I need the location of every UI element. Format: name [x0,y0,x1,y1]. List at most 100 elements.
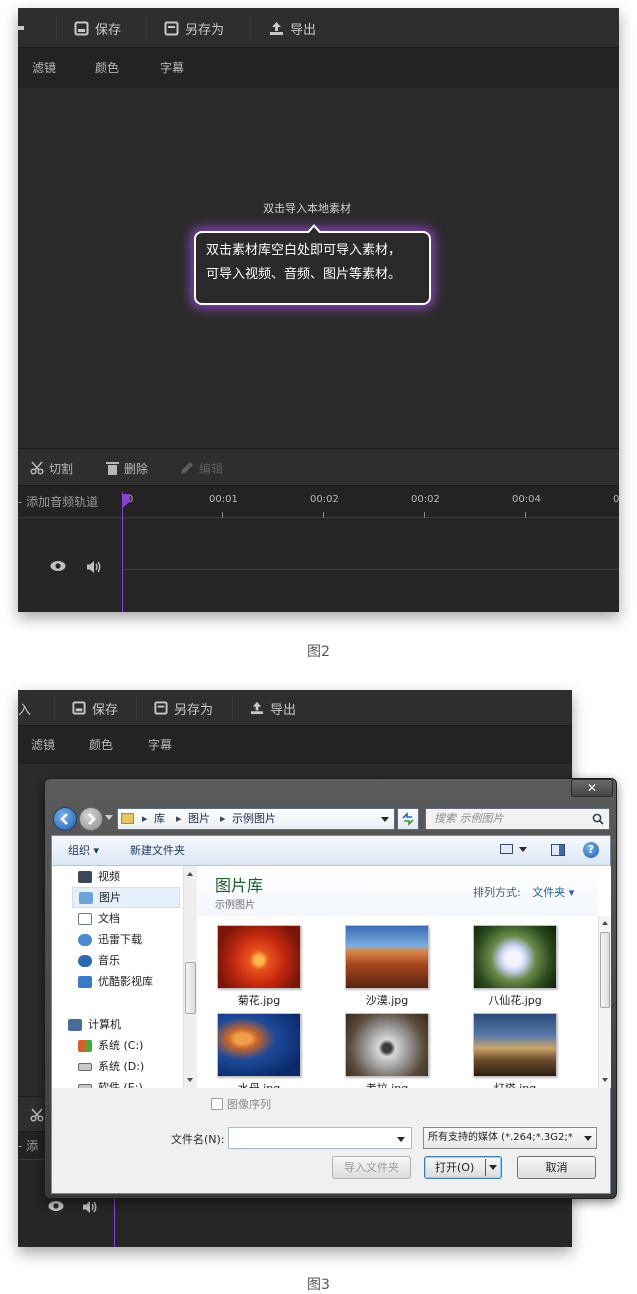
filename-label: 文件名(N): [171,1133,225,1146]
cancel-button[interactable]: 取消 [517,1156,596,1179]
nav-item-drive-c[interactable]: 系统 (C:) [78,1035,143,1056]
tab-filter[interactable]: 滤镜 [31,726,55,764]
scroll-up-icon[interactable] [187,872,193,876]
media-library-area[interactable]: 双击导入本地素材 双击素材库空白处即可导入素材， 可导入视频、音频、图片等素材。 [18,88,619,448]
open-button[interactable]: 打开(O) [424,1156,502,1179]
scroll-down-icon[interactable] [187,1078,193,1082]
thumbnail-hydrangea[interactable] [473,925,557,989]
help-button[interactable]: ? [583,842,599,858]
nav-label: 视频 [98,870,120,883]
save-icon [72,701,86,715]
nav-item-computer[interactable]: 计算机 [68,1014,121,1035]
save-button[interactable]: 保存 [74,8,121,48]
speaker-icon[interactable] [82,1200,98,1214]
playhead-line[interactable] [122,492,123,612]
arrange-by: 排列方式: 文件夹 ▾ [473,884,574,900]
refresh-button[interactable] [397,808,419,830]
export-button[interactable]: 导出 [269,8,316,48]
forward-button[interactable] [79,807,103,831]
tab-subtitle[interactable]: 字幕 [160,48,184,88]
dialog-close-button[interactable]: ✕ [571,779,613,797]
thumbnail-jellyfish[interactable] [217,1013,301,1077]
file-list-scrollbar[interactable] [598,916,611,1088]
scroll-up-icon[interactable] [602,921,608,925]
export-button[interactable]: 导出 [250,690,296,726]
nav-item-music[interactable]: 音乐 [78,950,120,971]
save-as-button[interactable]: 另存为 [154,690,213,726]
file-name[interactable]: 灯塔.jpg [460,1080,570,1088]
document-icon [78,912,92,925]
address-bar[interactable]: ▸ 库 ▸ 图片 ▸ 示例图片 [117,808,395,830]
back-button[interactable] [53,807,77,831]
preview-pane-button[interactable] [551,844,565,856]
eye-icon[interactable] [50,560,66,572]
track-row[interactable] [122,518,619,570]
scroll-down-icon[interactable] [602,1078,608,1082]
search-box[interactable]: 搜索 示例图片 [425,808,610,830]
nav-item-drive-d[interactable]: 系统 (D:) [78,1056,144,1077]
thumbnail-desert[interactable] [345,925,429,989]
file-name[interactable]: 水母.jpg [204,1080,314,1088]
thumbnail-koala[interactable] [345,1013,429,1077]
timeline-ruler[interactable]: - 添加音频轨道 0 00:01 00:02 00:02 00:04 0 [18,486,619,518]
tab-color[interactable]: 颜色 [89,726,113,764]
nav-item-documents[interactable]: 文档 [78,908,120,929]
image-sequence-checkbox[interactable] [211,1098,223,1110]
view-options-button[interactable] [500,844,527,854]
nav-item-videos[interactable]: 视频 [78,866,120,887]
file-scroll-thumb[interactable] [600,932,610,1008]
scissors-icon [30,1108,44,1122]
tab-filter[interactable]: 滤镜 [32,48,56,88]
track-controls [48,1200,98,1214]
export-icon [270,21,283,35]
import-button[interactable] [18,8,38,48]
import-label-partial: 入 [18,702,32,718]
toolbar-separator [146,16,147,40]
save-as-button[interactable]: 另存为 [164,8,224,48]
import-folder-button[interactable]: 导入文件夹 [332,1156,411,1179]
breadcrumb-item[interactable]: 示例图片 [232,809,276,829]
import-hint-title: 双击导入本地素材 [263,202,351,215]
library-subtitle: 示例图片 [215,900,255,911]
edit-button[interactable]: 编辑 [180,449,223,487]
file-name[interactable]: 八仙花.jpg [460,992,570,1008]
arrange-value[interactable]: 文件夹 ▾ [532,886,574,899]
address-dropdown-icon[interactable] [381,817,389,822]
breadcrumb-item[interactable]: 库 [154,809,165,829]
forward-arrow-icon [88,813,96,825]
organize-menu[interactable]: 组织 ▾ [68,836,99,866]
import-button[interactable]: 入 [18,690,31,726]
tab-subtitle[interactable]: 字幕 [148,726,172,764]
recent-pages-icon[interactable] [105,815,113,820]
cut-button[interactable]: 切割 [30,449,73,487]
save-button[interactable]: 保存 [72,690,118,726]
file-list-pane: 图片库 示例图片 排列方式: 文件夹 ▾ 菊花.jpg 沙漠.jpg 八仙花.j… [198,866,611,1088]
nav-item-thunder-downloads[interactable]: 迅雷下载 [78,929,142,950]
toolbar-separator [136,696,137,720]
open-dropdown-icon[interactable] [489,1165,497,1170]
filename-input[interactable] [228,1127,412,1149]
delete-button[interactable]: 删除 [106,449,148,487]
nav-label: 迅雷下载 [98,933,142,946]
file-name[interactable]: 考拉.jpg [332,1080,442,1088]
file-type-select[interactable]: 所有支持的媒体 (*.264;*.3G2;* [423,1127,597,1149]
nav-item-youku[interactable]: 优酷影视库 [78,971,153,992]
view-dropdown-icon [519,846,527,852]
file-name[interactable]: 沙漠.jpg [332,992,442,1008]
file-name[interactable]: 菊花.jpg [204,992,314,1008]
nav-scrollbar[interactable] [183,866,197,1088]
nav-scroll-thumb[interactable] [185,962,196,1014]
eye-icon[interactable] [48,1200,64,1212]
tick-label: 00:04 [512,494,541,505]
new-folder-button[interactable]: 新建文件夹 [130,836,185,866]
filename-dropdown-icon[interactable] [397,1137,405,1142]
tab-color[interactable]: 颜色 [95,48,119,88]
nav-item-pictures[interactable]: 图片 [72,887,180,908]
speaker-icon[interactable] [86,560,102,574]
thumbnail-lighthouse[interactable] [473,1013,557,1077]
nav-item-drive-e[interactable]: 软件 (E:) [78,1077,143,1088]
add-audio-track-button[interactable]: - 添加音频轨道 [18,486,122,518]
thumbnail-chrysanthemum[interactable] [217,925,301,989]
toolbar-separator [232,696,233,720]
breadcrumb-item[interactable]: 图片 [188,809,210,829]
